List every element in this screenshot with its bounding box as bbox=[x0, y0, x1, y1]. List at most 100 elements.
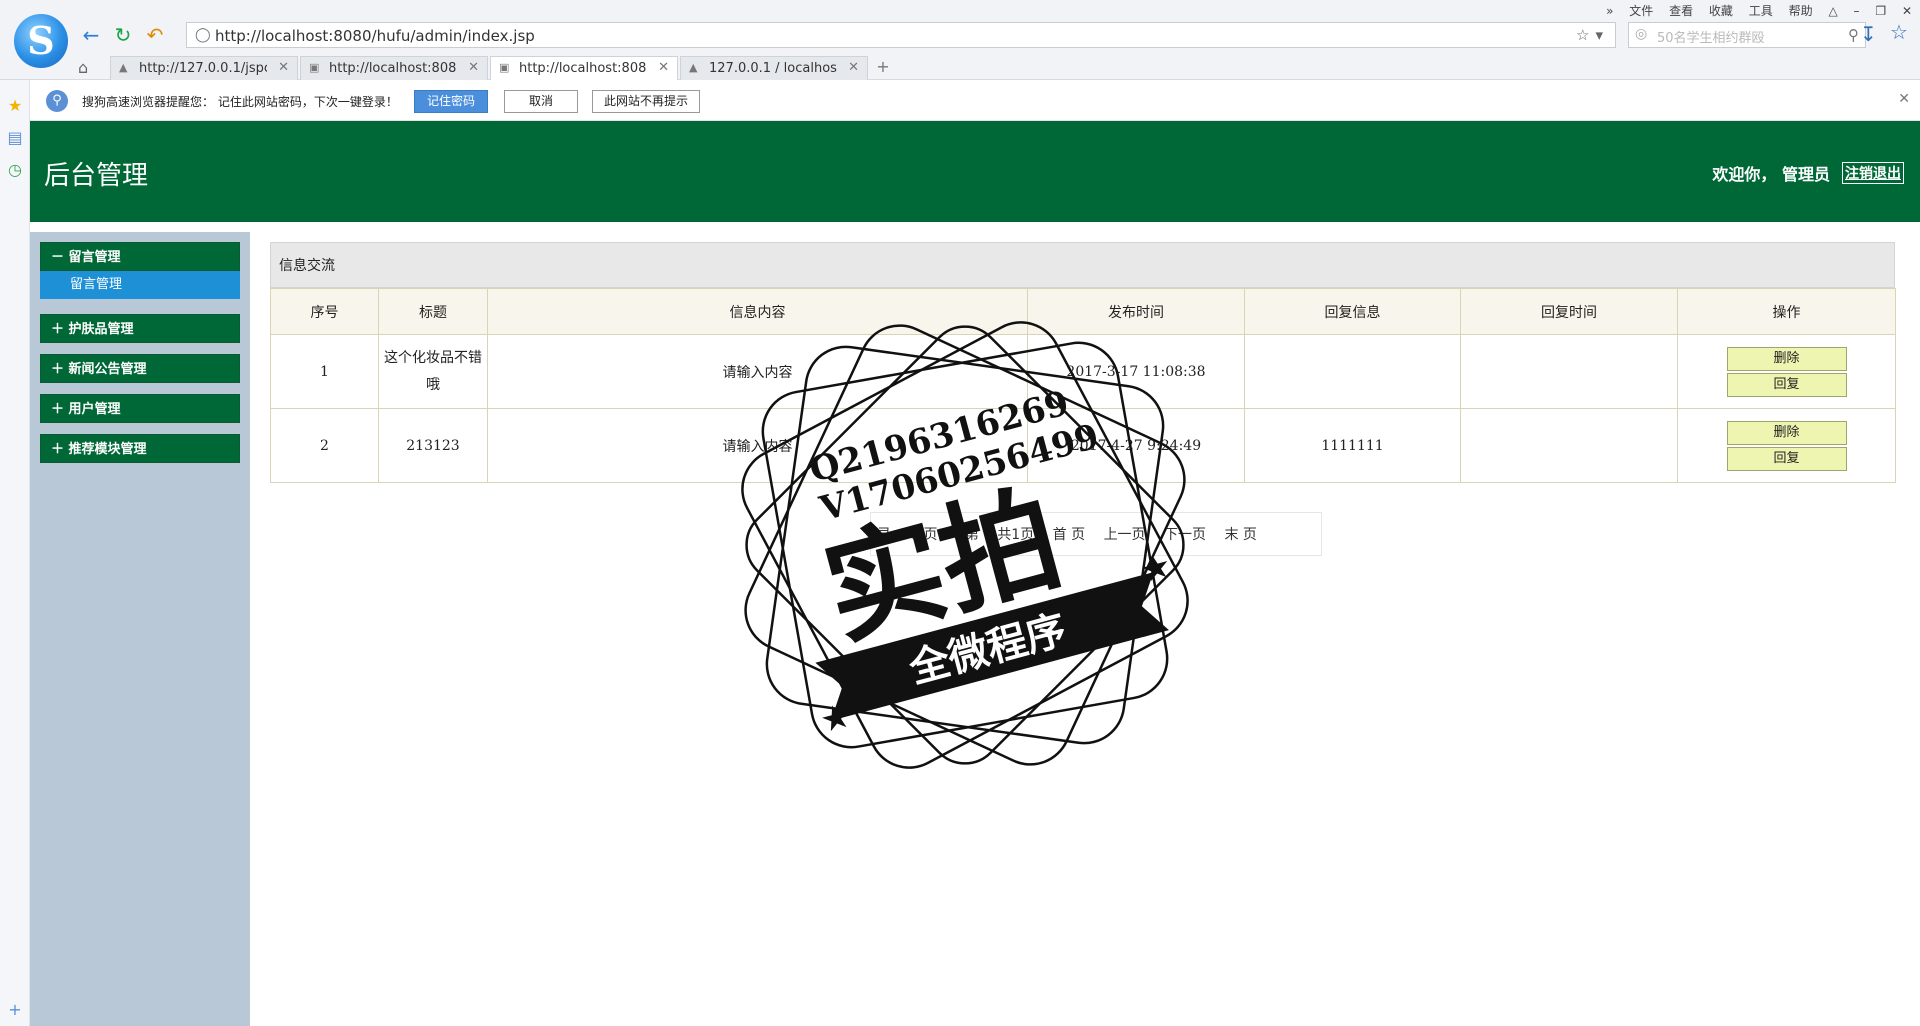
menu-favorites[interactable]: 收藏 bbox=[1709, 4, 1733, 18]
message-table: 序号 标题 信息内容 发布时间 回复信息 回复时间 操作 1 这个化妆品不错哦 … bbox=[270, 288, 1896, 483]
page-icon: ▣ bbox=[499, 61, 510, 74]
cell-title: 213123 bbox=[378, 408, 488, 483]
pager-records: 录 bbox=[877, 527, 891, 543]
reply-button[interactable]: 回复 bbox=[1726, 446, 1847, 471]
close-window-icon[interactable]: ✕ bbox=[1902, 4, 1912, 18]
panel-title: 信息交流 bbox=[270, 242, 1895, 288]
reader-icon[interactable]: ▤ bbox=[6, 128, 24, 147]
cell-reply: 1111111 bbox=[1244, 408, 1461, 483]
close-icon[interactable]: ✕ bbox=[1898, 91, 1910, 107]
menu-group-messages: － 留言管理 留言管理 bbox=[40, 242, 240, 299]
menu-view[interactable]: 查看 bbox=[1669, 4, 1693, 18]
menu-head-users[interactable]: ＋ 用户管理 bbox=[40, 394, 240, 423]
col-header-reply: 回复信息 bbox=[1244, 288, 1461, 335]
menu-item-messages[interactable]: 留言管理 bbox=[40, 271, 240, 299]
close-tab-icon[interactable]: ✕ bbox=[278, 60, 289, 75]
cancel-button[interactable]: 取消 bbox=[504, 90, 578, 113]
password-prompt-bar: ⚲ 搜狗高速浏览器提醒您： 记住此网站密码，下次一键登录！ 记住密码 取消 此网… bbox=[30, 81, 1920, 121]
reply-button[interactable]: 回复 bbox=[1726, 372, 1847, 397]
search-icon[interactable]: ⚲ bbox=[1848, 26, 1859, 44]
tab-4[interactable]: ▲ 127.0.0.1 / localhost / ✕ bbox=[680, 56, 868, 80]
delete-button[interactable]: 删除 bbox=[1726, 420, 1847, 445]
tab-label: 127.0.0.1 / localhost / bbox=[709, 61, 837, 76]
prev-page-link[interactable]: 上一页 bbox=[1104, 527, 1146, 543]
col-header-reply-time: 回复时间 bbox=[1460, 288, 1678, 335]
logout-link[interactable]: 注销退出 bbox=[1842, 162, 1904, 184]
add-icon[interactable]: + bbox=[6, 1000, 24, 1019]
cell-no: 1 bbox=[270, 334, 379, 409]
never-prompt-button[interactable]: 此网站不再提示 bbox=[592, 90, 700, 113]
restore-icon[interactable]: ❐ bbox=[1875, 4, 1886, 18]
menu-help[interactable]: 帮助 bbox=[1789, 4, 1813, 18]
download-icon[interactable]: ↧ bbox=[1860, 22, 1877, 46]
menu-more[interactable]: » bbox=[1606, 4, 1613, 18]
browser-menubar: » 文件 查看 收藏 工具 帮助 △ – ❐ ✕ bbox=[1594, 2, 1912, 18]
browser-sidebar: ★ ▤ ◷ + bbox=[0, 80, 30, 1026]
table-row: 2 213123 请输入内容 2017-4-27 9:24:49 1111111… bbox=[270, 408, 1896, 483]
page-icon: ▣ bbox=[309, 61, 320, 74]
cell-title: 这个化妆品不错哦 bbox=[378, 334, 488, 409]
menu-group-recommend: ＋ 推荐模块管理 bbox=[40, 434, 240, 463]
main-panel: 信息交流 序号 标题 信息内容 发布时间 回复信息 回复时间 操作 1 这个化妆… bbox=[270, 242, 1896, 483]
first-page-link[interactable]: 首 页 bbox=[1053, 527, 1085, 543]
refresh-icon[interactable]: ↻ bbox=[110, 22, 136, 48]
history-clock-icon[interactable]: ◷ bbox=[6, 160, 24, 179]
menu-tools[interactable]: 工具 bbox=[1749, 4, 1773, 18]
address-tools-icon[interactable]: ☆▾ bbox=[1576, 26, 1609, 44]
next-page-link[interactable]: 下一页 bbox=[1164, 527, 1206, 543]
menu-head-news[interactable]: ＋ 新闻公告管理 bbox=[40, 354, 240, 383]
menu-head-messages[interactable]: － 留言管理 bbox=[40, 242, 240, 271]
address-text[interactable]: http://localhost:8080/hufu/admin/index.j… bbox=[215, 27, 535, 45]
menu-file[interactable]: 文件 bbox=[1629, 4, 1653, 18]
menu-group-users: ＋ 用户管理 bbox=[40, 394, 240, 423]
col-header-content: 信息内容 bbox=[487, 288, 1028, 335]
cell-actions: 删除 回复 bbox=[1677, 408, 1896, 483]
minimize-icon[interactable]: – bbox=[1854, 4, 1860, 18]
watermark-banner bbox=[815, 572, 1169, 721]
star-icon: ★ bbox=[816, 695, 856, 742]
col-header-title: 标题 bbox=[378, 288, 488, 335]
col-header-actions: 操作 bbox=[1677, 288, 1896, 335]
pma-icon: ▲ bbox=[689, 61, 698, 74]
back-icon[interactable]: ← bbox=[78, 22, 104, 48]
last-page-link[interactable]: 末 页 bbox=[1224, 527, 1256, 543]
favorite-star-icon[interactable]: ☆ bbox=[1890, 20, 1908, 44]
menu-group-news: ＋ 新闻公告管理 bbox=[40, 354, 240, 383]
tab-3-active[interactable]: ▣ http://localhost:8080/h ✕ bbox=[490, 56, 678, 80]
undo-icon[interactable]: ↶ bbox=[142, 22, 168, 48]
search-placeholder: 50名学生相约群殴 bbox=[1657, 31, 1765, 46]
cell-time: 2017-4-27 9:24:49 bbox=[1027, 408, 1245, 483]
pagination: 录 每页1 第 共1页 首 页 上一页 下一页 末 页 bbox=[870, 512, 1322, 556]
tab-label: http://localhost:8080/h bbox=[519, 61, 647, 76]
shield-icon: ◯ bbox=[195, 27, 211, 43]
menu-head-skincare[interactable]: ＋ 护肤品管理 bbox=[40, 314, 240, 343]
tab-2[interactable]: ▣ http://localhost:8080/h ✕ bbox=[300, 56, 488, 80]
home-icon[interactable]: ⌂ bbox=[78, 58, 88, 77]
close-tab-icon[interactable]: ✕ bbox=[658, 60, 669, 75]
delete-button[interactable]: 删除 bbox=[1726, 346, 1847, 371]
skin-icon[interactable]: △ bbox=[1828, 4, 1837, 18]
new-tab-button[interactable]: + bbox=[870, 56, 896, 80]
menu-head-recommend[interactable]: ＋ 推荐模块管理 bbox=[40, 434, 240, 463]
password-prompt-message: 搜狗高速浏览器提醒您： 记住此网站密码，下次一键登录！ bbox=[82, 95, 398, 109]
close-tab-icon[interactable]: ✕ bbox=[468, 60, 479, 75]
welcome-text: 欢迎你， 管理员 bbox=[1712, 165, 1830, 184]
watermark-banner-text: 全微程序 bbox=[904, 607, 1071, 693]
cell-no: 2 bbox=[270, 408, 379, 483]
pager-page-no: 第 bbox=[964, 527, 979, 543]
table-row: 1 这个化妆品不错哦 请输入内容 2017-3-17 11:08:38 删除 回… bbox=[270, 334, 1896, 409]
pager-per-page: 每页1 bbox=[909, 527, 947, 543]
tab-1[interactable]: ▲ http://127.0.0.1/jspcod ✕ bbox=[110, 56, 298, 80]
cell-content: 请输入内容 bbox=[487, 334, 1028, 409]
cell-reply-time bbox=[1460, 408, 1678, 483]
search-box[interactable]: ◎ 50名学生相约群殴 ⚲ bbox=[1628, 22, 1866, 48]
address-bar[interactable]: ◯ http://localhost:8080/hufu/admin/index… bbox=[186, 22, 1616, 48]
admin-sidebar: － 留言管理 留言管理 ＋ 护肤品管理 ＋ 新闻公告管理 ＋ 用户管理 ＋ 推荐… bbox=[30, 232, 250, 1026]
col-header-no: 序号 bbox=[270, 288, 379, 335]
remember-password-button[interactable]: 记住密码 bbox=[414, 90, 488, 113]
sogou-logo-icon[interactable] bbox=[14, 14, 68, 68]
favorites-star-icon[interactable]: ★ bbox=[6, 96, 24, 115]
close-tab-icon[interactable]: ✕ bbox=[848, 60, 859, 75]
site-header: 后台管理 欢迎你， 管理员 注销退出 bbox=[30, 121, 1920, 222]
key-icon: ⚲ bbox=[46, 90, 68, 112]
